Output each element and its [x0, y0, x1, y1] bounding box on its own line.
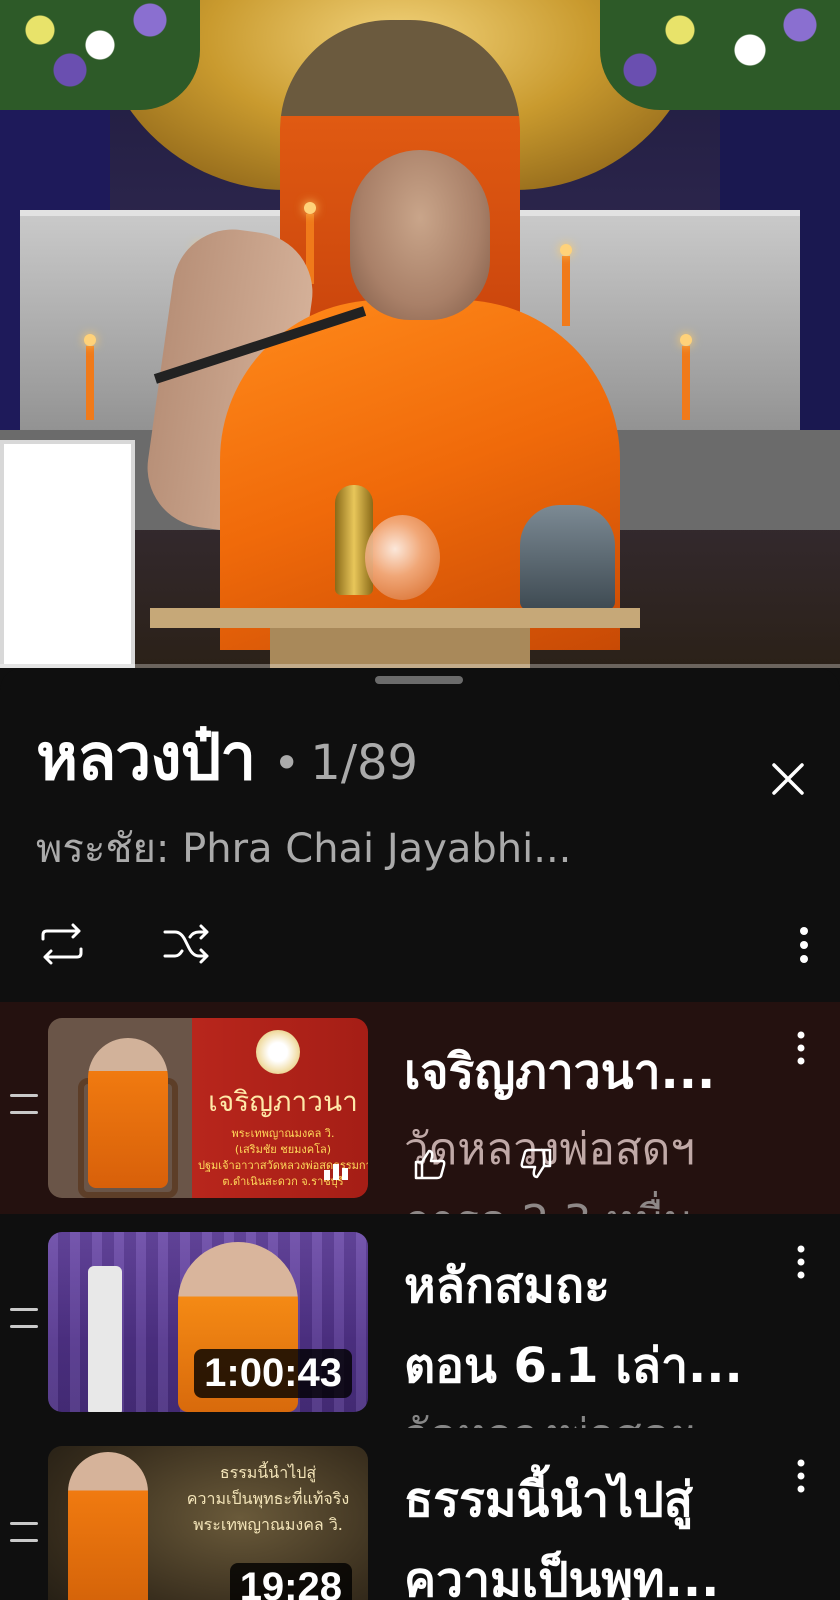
playlist-item-1[interactable]: เจริญภาวนา พระเทพญาณมงคล วิ. (เสริมชัย ช… — [0, 1002, 840, 1214]
video-title-line2: ตอน 6.1 เล่า... — [404, 1338, 743, 1394]
item-menu-button[interactable] — [786, 1240, 816, 1284]
flower-arrangement — [600, 0, 840, 110]
playlist-title: หลวงป๋า — [36, 721, 256, 793]
video-thumbnail[interactable]: เจริญภาวนา พระเทพญาณมงคล วิ. (เสริมชัย ช… — [48, 1018, 368, 1198]
shuffle-button[interactable] — [158, 916, 214, 972]
monk-graphic — [88, 1038, 168, 1188]
more-vert-icon — [797, 1245, 805, 1279]
emblem-icon — [256, 1030, 300, 1074]
separator-dot: • — [273, 736, 301, 790]
video-thumbnail[interactable]: 1:00:43 — [48, 1232, 368, 1412]
candle — [680, 334, 692, 420]
video-player[interactable] — [0, 0, 840, 668]
video-title: เจริญภาวนา... — [404, 1044, 716, 1100]
drag-handle-icon[interactable] — [10, 1094, 38, 1114]
dislike-icon[interactable] — [518, 1148, 554, 1180]
thumbnail-title: เจริญภาวนา — [208, 1085, 358, 1118]
drag-handle-bar[interactable] — [375, 676, 463, 684]
now-playing-icon — [324, 1164, 348, 1180]
item-menu-button[interactable] — [786, 1026, 816, 1070]
video-duration: 1:00:43 — [194, 1349, 352, 1398]
video-thumbnail[interactable]: ธรรมนี้นำไปสู่ ความเป็นพุทธะที่แท้จริง พ… — [48, 1446, 368, 1600]
speaker — [520, 505, 615, 610]
whiteboard — [0, 440, 135, 668]
drag-handle-icon[interactable] — [10, 1308, 38, 1328]
playlist-channel[interactable]: พระชัย: Phra Chai Jayabhi... — [36, 816, 571, 880]
more-vert-icon — [800, 927, 808, 963]
repeat-icon — [41, 923, 83, 965]
drag-handle-icon[interactable] — [10, 1522, 38, 1542]
more-vert-icon — [797, 1459, 805, 1493]
close-icon — [772, 763, 804, 795]
video-title-line2: ความเป็นพุท... — [404, 1552, 720, 1600]
video-views: การด 2 3 หมื่น — [404, 1182, 694, 1214]
candle — [84, 334, 96, 420]
shuffle-icon — [163, 924, 209, 964]
playlist-item-2[interactable]: 1:00:43 หลักสมถะ ตอน 6.1 เล่า... วัดหลวง… — [0, 1216, 840, 1428]
thumbnail-subtitle: พระเทพญาณมงคล วิ. (เสริมชัย ชยมงคโล) ปฐม… — [198, 1127, 368, 1188]
item-menu-button[interactable] — [786, 1454, 816, 1498]
desk — [150, 608, 640, 628]
monk-head — [350, 150, 490, 320]
close-button[interactable] — [763, 754, 813, 804]
video-duration: 19:28 — [229, 1563, 352, 1600]
video-channel: วัดหลวงพ่อสดฯ — [404, 1124, 696, 1175]
playlist-item-3[interactable]: ธรรมนี้นำไปสู่ ความเป็นพุทธะที่แท้จริง พ… — [0, 1430, 840, 1600]
stand-graphic — [88, 1266, 122, 1412]
flower-arrangement — [0, 0, 200, 110]
like-icon[interactable] — [412, 1148, 448, 1180]
desk-base — [270, 628, 530, 668]
video-title: หลักสมถะ — [404, 1258, 610, 1314]
loop-button[interactable] — [34, 916, 90, 972]
glass-vessel — [365, 515, 440, 600]
playlist-position: 1/89 — [310, 735, 419, 791]
more-vert-icon — [797, 1031, 805, 1065]
monk-graphic — [68, 1452, 148, 1600]
video-channel: วัดหลวงพ่อสดฯ — [404, 1396, 695, 1428]
playlist-menu-button[interactable] — [784, 920, 824, 970]
thumbnail-text: ธรรมนี้นำไปสู่ ความเป็นพุทธะที่แท้จริง พ… — [186, 1463, 350, 1534]
video-title: ธรรมนี้นำไปสู่ — [404, 1472, 693, 1528]
playlist-header: หลวงป๋า • 1/89 — [36, 706, 418, 808]
